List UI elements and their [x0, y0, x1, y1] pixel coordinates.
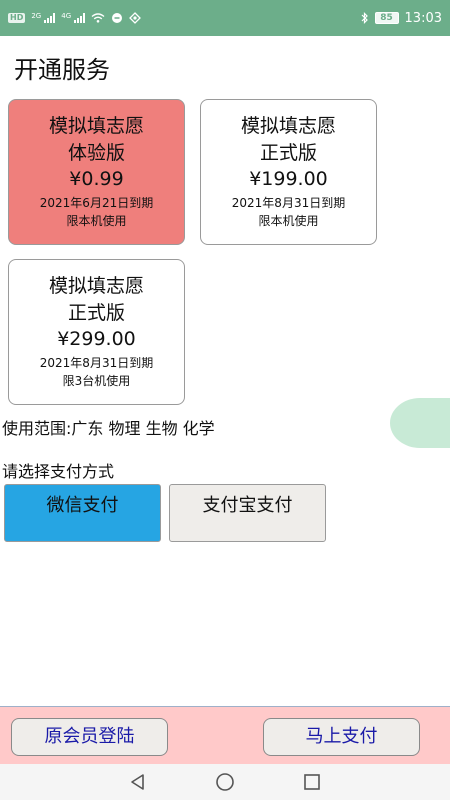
plan-limit: 限3台机使用	[62, 374, 131, 388]
back-triangle-icon[interactable]	[126, 770, 150, 794]
plan-limit: 限本机使用	[258, 214, 319, 228]
plan-price: ¥199.00	[249, 168, 328, 190]
bottom-action-bar: 原会员登陆 马上支付	[0, 706, 450, 764]
status-time: 13:03	[404, 10, 442, 26]
plan-limit: 限本机使用	[66, 214, 127, 228]
home-circle-icon[interactable]	[213, 770, 237, 794]
payment-method-label: 请选择支付方式	[2, 462, 115, 481]
plan-card-official-199[interactable]: 模拟填志愿 正式版 ¥199.00 2021年8月31日到期 限本机使用	[200, 99, 377, 245]
system-nav-bar	[0, 764, 450, 800]
floating-assist-bubble[interactable]	[390, 398, 450, 448]
signal-icon	[44, 13, 56, 23]
plan-name: 模拟填志愿	[48, 115, 144, 137]
plan-expire: 2021年8月31日到期	[39, 356, 154, 370]
signal1-label: 2G	[31, 12, 42, 20]
page-title: 开通服务	[14, 56, 110, 84]
hd-badge: HD	[8, 13, 26, 23]
status-right: 85 13:03	[361, 11, 442, 26]
plan-price: ¥0.99	[69, 168, 124, 190]
battery-icon: 85	[374, 12, 399, 24]
bluetooth-icon	[361, 12, 368, 24]
plan-edition: 正式版	[67, 302, 125, 324]
plan-card-official-299[interactable]: 模拟填志愿 正式版 ¥299.00 2021年8月31日到期 限3台机使用	[8, 259, 185, 405]
eye-icon	[129, 12, 142, 24]
plan-price: ¥299.00	[57, 328, 136, 350]
pay-now-button[interactable]: 马上支付	[263, 718, 420, 756]
data-saver-icon	[112, 13, 123, 23]
plan-edition: 正式版	[259, 142, 317, 164]
member-login-button[interactable]: 原会员登陆	[11, 718, 168, 756]
plan-name: 模拟填志愿	[240, 115, 336, 137]
signal-icon-2	[74, 13, 86, 23]
plan-edition: 体验版	[67, 142, 125, 164]
status-bar: HD 2G 4G 85 13:03	[0, 0, 450, 36]
plan-expire: 2021年8月31日到期	[231, 196, 346, 210]
usage-scope-text: 使用范围:广东 物理 生物 化学	[2, 419, 215, 438]
recent-square-icon[interactable]	[300, 770, 324, 794]
wifi-icon	[91, 13, 105, 23]
plan-expire: 2021年6月21日到期	[39, 196, 154, 210]
alipay-button[interactable]: 支付宝支付	[169, 484, 326, 542]
signal2-label: 4G	[61, 12, 72, 20]
wechat-pay-button[interactable]: 微信支付	[4, 484, 161, 542]
plan-card-trial[interactable]: 模拟填志愿 体验版 ¥0.99 2021年6月21日到期 限本机使用	[8, 99, 185, 245]
plan-name: 模拟填志愿	[48, 275, 144, 297]
status-left: HD 2G 4G	[8, 12, 142, 24]
